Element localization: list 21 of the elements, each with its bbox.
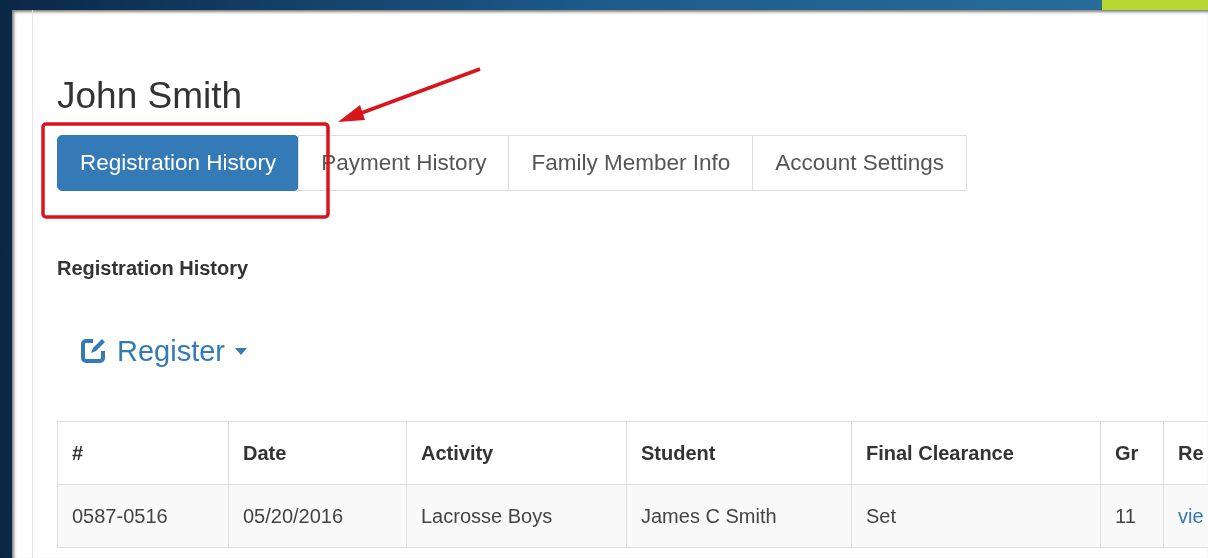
- user-name: John Smith: [57, 76, 243, 117]
- column-header: Final Clearance: [851, 421, 1101, 485]
- column-header: Student: [626, 421, 852, 485]
- section-title: Registration History: [57, 256, 250, 280]
- column-header: Re: [1163, 421, 1208, 485]
- register-dropdown[interactable]: Register: [79, 334, 247, 368]
- table-cell: 05/20/2016: [228, 484, 407, 548]
- tab[interactable]: Family Member Info: [508, 134, 754, 191]
- caret-icon: [235, 347, 247, 355]
- table-cell: 0587-0516: [57, 484, 229, 548]
- tab[interactable]: Account Settings: [752, 134, 968, 191]
- table-cell: James C Smith: [626, 484, 852, 548]
- table-cell: Set: [851, 484, 1101, 548]
- tab[interactable]: Registration History: [57, 134, 300, 191]
- edit-icon: [79, 337, 107, 366]
- column-header: #: [57, 421, 229, 485]
- table-cell: 11: [1100, 484, 1164, 548]
- table-cell: Lacrosse Boys: [406, 484, 627, 548]
- column-header: Date: [228, 421, 407, 485]
- column-header: Gr: [1100, 421, 1164, 485]
- column-header: Activity: [406, 421, 627, 485]
